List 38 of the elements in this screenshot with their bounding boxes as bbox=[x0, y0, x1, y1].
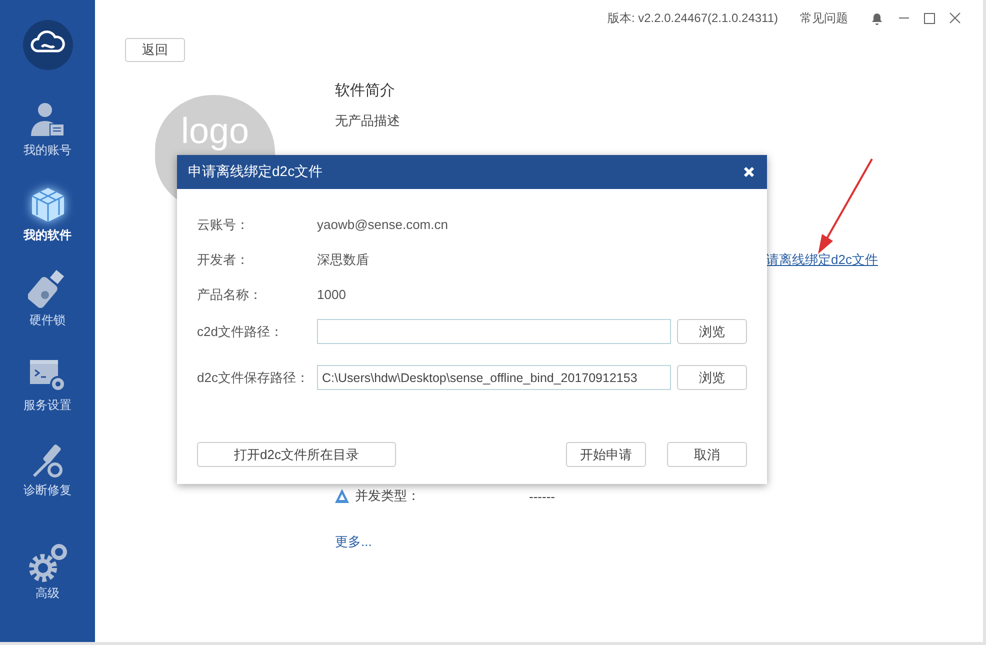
faq-link[interactable]: 常见问题 bbox=[800, 10, 848, 26]
sidebar-item[interactable]: 硬件锁 bbox=[0, 270, 95, 355]
field-label: d2c文件保存路径： bbox=[197, 368, 310, 386]
field-label: 云账号： bbox=[197, 216, 250, 234]
field-label: c2d文件路径： bbox=[197, 322, 284, 340]
sidebar-item[interactable]: 我的软件 bbox=[0, 185, 95, 270]
sidebar-item[interactable]: 高级 bbox=[0, 543, 95, 628]
start-button[interactable]: 开始申请 bbox=[566, 442, 646, 467]
field-value: 1000 bbox=[317, 287, 346, 302]
more-link[interactable]: 更多... bbox=[335, 533, 878, 551]
offline-bind-link[interactable]: 请离线绑定d2c文件 bbox=[766, 251, 878, 269]
path-field[interactable] bbox=[317, 319, 671, 344]
back-button[interactable]: 返回 bbox=[125, 38, 185, 62]
intro-text: 无产品描述 bbox=[335, 112, 401, 130]
sidebar-item[interactable]: 诊断修复 bbox=[0, 440, 95, 525]
browse-button[interactable]: 浏览 bbox=[677, 319, 747, 344]
open-folder-button[interactable]: 打开d2c文件所在目录 bbox=[197, 442, 396, 467]
gears-icon bbox=[28, 543, 68, 583]
close-button[interactable] bbox=[743, 166, 755, 178]
detail-value: ------ bbox=[529, 488, 555, 504]
field-label: 产品名称： bbox=[197, 286, 263, 304]
field-value: 深思数盾 bbox=[317, 250, 369, 268]
cancel-button[interactable]: 取消 bbox=[667, 442, 747, 467]
cloud-logo-icon bbox=[22, 20, 72, 70]
version-text: 版本: v2.2.0.24467(2.1.0.24311) bbox=[607, 10, 778, 26]
field-label: 开发者： bbox=[197, 250, 250, 268]
field-value: yaowb@sense.com.cn bbox=[317, 217, 448, 232]
sidebar-item[interactable]: 服务设置 bbox=[0, 355, 95, 440]
close-icon[interactable] bbox=[949, 12, 961, 24]
sidebar-item[interactable]: 我的账号 bbox=[0, 100, 95, 185]
maximize-icon[interactable] bbox=[924, 12, 935, 24]
bell-icon[interactable] bbox=[870, 10, 884, 26]
browse-button[interactable]: 浏览 bbox=[677, 365, 747, 390]
path-field[interactable]: C:\Users\hdw\Desktop\sense_offline_bind_20170912153 bbox=[317, 365, 671, 390]
intro-title: 软件简介 bbox=[335, 81, 396, 100]
dialog-title: 申请离线绑定d2c文件 bbox=[188, 163, 323, 181]
triangle-nodes-icon bbox=[335, 489, 349, 503]
detail-label: 并发类型： bbox=[355, 487, 421, 505]
